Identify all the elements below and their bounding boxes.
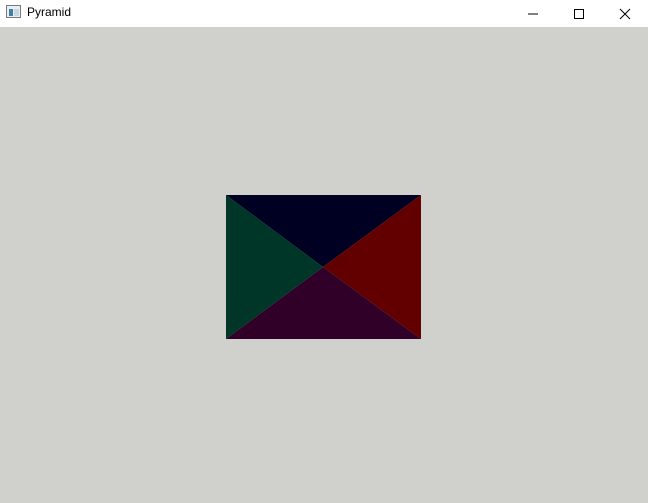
app-window: Pyramid <box>0 0 648 503</box>
pyramid-graphic <box>226 195 421 339</box>
window-app-icon-pane-left <box>9 9 13 16</box>
window-app-icon-pane-right <box>14 9 19 16</box>
minimize-icon <box>528 13 538 14</box>
maximize-button[interactable] <box>556 0 602 27</box>
close-icon <box>619 8 631 19</box>
window-app-icon[interactable] <box>6 5 21 18</box>
window-title: Pyramid <box>27 5 72 19</box>
render-canvas[interactable] <box>0 27 648 503</box>
title-bar[interactable]: Pyramid <box>0 0 648 27</box>
close-button[interactable] <box>602 0 648 27</box>
minimize-button[interactable] <box>510 0 556 27</box>
maximize-icon <box>574 8 584 19</box>
